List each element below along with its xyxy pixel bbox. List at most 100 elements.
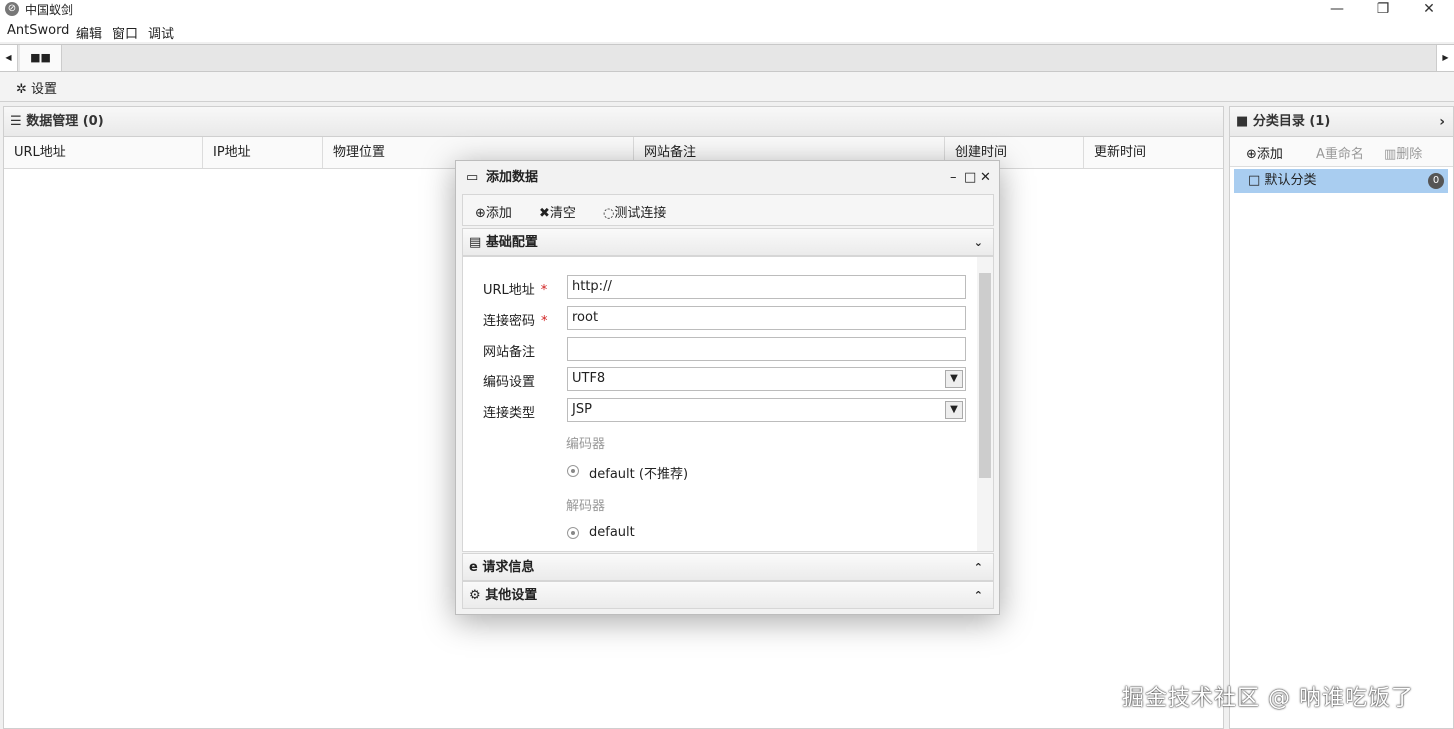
dialog-maximize-icon[interactable]: □ [964, 161, 976, 195]
app-logo-icon: ⊘ [5, 2, 19, 16]
category-rename-button[interactable]: A重命名 [1316, 143, 1364, 162]
category-delete-button[interactable]: ▥删除 [1384, 143, 1422, 162]
tab-strip: ◀ ■■ ▶ [0, 44, 1454, 72]
url-label-text: URL地址 [483, 283, 535, 298]
settings-bar: ✲ 设置 [0, 72, 1454, 102]
tab-home[interactable]: ■■ [20, 45, 62, 71]
dialog-test-button[interactable]: ◌测试连接 [603, 202, 666, 221]
category-toolbar: ⊕添加 A重命名 ▥删除 [1230, 137, 1453, 167]
dialog-clear-label: 清空 [549, 206, 576, 221]
encoding-value: UTF8 [572, 371, 606, 386]
dialog-header: ▭ 添加数据 – □ ✕ [456, 161, 999, 195]
chevron-down-icon: ▼ [945, 370, 963, 388]
window-icon: ▭ [466, 170, 479, 185]
category-item[interactable]: □ 默认分类 0 [1234, 169, 1448, 193]
password-label-text: 连接密码 [483, 314, 536, 329]
url-input[interactable]: http:// [567, 275, 966, 299]
chevron-down-icon: ▼ [945, 401, 963, 419]
basic-config-form: URL地址 * http:// 连接密码 * root 网站备注 编码设置 UTF8… [462, 256, 994, 552]
category-add-label: 添加 [1256, 147, 1283, 162]
minimize-button[interactable]: — [1314, 0, 1360, 20]
dialog-test-label: 测试连接 [614, 206, 667, 221]
decoder-radio[interactable] [567, 527, 579, 539]
font-icon: A [1316, 147, 1325, 162]
plus-circle-icon: ⊕ [475, 206, 486, 221]
data-panel-title: 数据管理 (0) [26, 114, 104, 129]
tab-scroll-left-icon[interactable]: ◀ [0, 45, 18, 71]
url-label: URL地址 * [483, 279, 547, 298]
decoder-group-label: 解码器 [566, 499, 606, 514]
encoder-option-label: default (不推荐) [589, 467, 689, 482]
ie-icon: e [469, 560, 478, 575]
menu-bar: AntSword 编辑 窗口 调试 [0, 20, 1454, 42]
note-label: 网站备注 [483, 345, 536, 360]
encoding-label: 编码设置 [483, 375, 536, 390]
collapse-panel-icon[interactable]: › [1439, 107, 1445, 137]
password-input[interactable]: root [567, 306, 966, 330]
encoder-group-label: 编码器 [566, 437, 606, 452]
tab-scroll-right-icon[interactable]: ▶ [1436, 45, 1454, 71]
section-request-info[interactable]: e 请求信息 ⌃ [462, 553, 994, 581]
folder-outline-icon: □ [1248, 173, 1261, 188]
type-label: 连接类型 [483, 406, 536, 421]
chevron-up-icon: ⌃ [973, 561, 983, 574]
gear-icon: ✲ [16, 82, 27, 97]
type-select[interactable]: JSP ▼ [567, 398, 966, 422]
chevron-up-icon: ⌃ [973, 589, 983, 602]
dialog-title: 添加数据 [486, 170, 539, 185]
dialog-clear-button[interactable]: ✖清空 [539, 202, 576, 221]
menu-antsword[interactable]: AntSword [7, 23, 69, 38]
list-icon: ☰ [10, 114, 22, 129]
document-icon: ▤ [469, 235, 482, 250]
password-required-mark: * [541, 314, 548, 329]
menu-edit[interactable]: 编辑 [76, 23, 102, 42]
encoding-select[interactable]: UTF8 ▼ [567, 367, 966, 391]
scrollbar-thumb[interactable] [979, 273, 991, 478]
dialog-add-label: 添加 [485, 206, 512, 221]
category-panel-title: 分类目录 (1) [1252, 114, 1331, 129]
settings-label: 设置 [31, 82, 58, 97]
chevron-down-icon: ⌄ [973, 236, 983, 249]
category-rename-label: 重命名 [1324, 147, 1364, 162]
folder-icon: ■ [1236, 114, 1249, 129]
section-other-title: 其他设置 [485, 588, 538, 603]
category-panel-header: ■ 分类目录 (1) › [1230, 107, 1453, 137]
note-input[interactable] [567, 337, 966, 361]
spinner-icon: ◌ [603, 206, 615, 221]
restore-button[interactable]: ❐ [1360, 0, 1406, 20]
watermark-text: 掘金技术社区 @ 呐谁吃饭了 [1122, 686, 1414, 711]
title-bar: ⊘ 中国蚁剑 — ❐ ✕ [0, 0, 1454, 20]
dialog-toolbar: ⊕添加 ✖清空 ◌测试连接 [462, 194, 994, 226]
menu-window[interactable]: 窗口 [112, 23, 138, 42]
section-basic-config[interactable]: ▤ 基础配置 ⌄ [462, 228, 994, 256]
plus-circle-icon: ⊕ [1246, 147, 1257, 162]
column-header-updated[interactable]: 更新时间 [1084, 137, 1223, 168]
category-delete-label: 删除 [1396, 147, 1423, 162]
menu-debug[interactable]: 调试 [148, 23, 174, 42]
dialog-add-button[interactable]: ⊕添加 [475, 202, 512, 221]
section-other-settings[interactable]: ⚙ 其他设置 ⌃ [462, 581, 994, 609]
url-required-mark: * [540, 283, 548, 298]
close-button[interactable]: ✕ [1406, 0, 1452, 20]
category-panel: ■ 分类目录 (1) › ⊕添加 A重命名 ▥删除 □ 默认分类 0 [1229, 106, 1454, 729]
category-add-button[interactable]: ⊕添加 [1246, 143, 1283, 162]
data-panel-header: ☰ 数据管理 (0) [4, 107, 1223, 137]
category-count-badge: 0 [1428, 173, 1444, 189]
dialog-close-icon[interactable]: ✕ [980, 161, 991, 195]
column-header-url[interactable]: URL地址 [4, 137, 203, 168]
category-item-name: 默认分类 [1264, 173, 1317, 188]
trash-icon: ▥ [1384, 147, 1397, 162]
x-icon: ✖ [539, 206, 550, 221]
section-request-title: 请求信息 [482, 560, 535, 575]
form-scrollbar[interactable] [977, 257, 993, 551]
type-value: JSP [572, 402, 592, 417]
add-data-dialog: ▭ 添加数据 – □ ✕ ⊕添加 ✖清空 ◌测试连接 ▤ 基础配置 ⌄ URL地… [455, 160, 1000, 615]
grid-icon: ■■ [30, 51, 51, 64]
dialog-minimize-icon[interactable]: – [950, 161, 957, 195]
encoder-radio[interactable] [567, 465, 579, 477]
decoder-option-label: default [589, 525, 635, 540]
section-basic-title: 基础配置 [485, 235, 538, 250]
column-header-ip[interactable]: IP地址 [203, 137, 323, 168]
settings-button[interactable]: ✲ 设置 [16, 78, 57, 97]
password-label: 连接密码 * [483, 310, 548, 329]
